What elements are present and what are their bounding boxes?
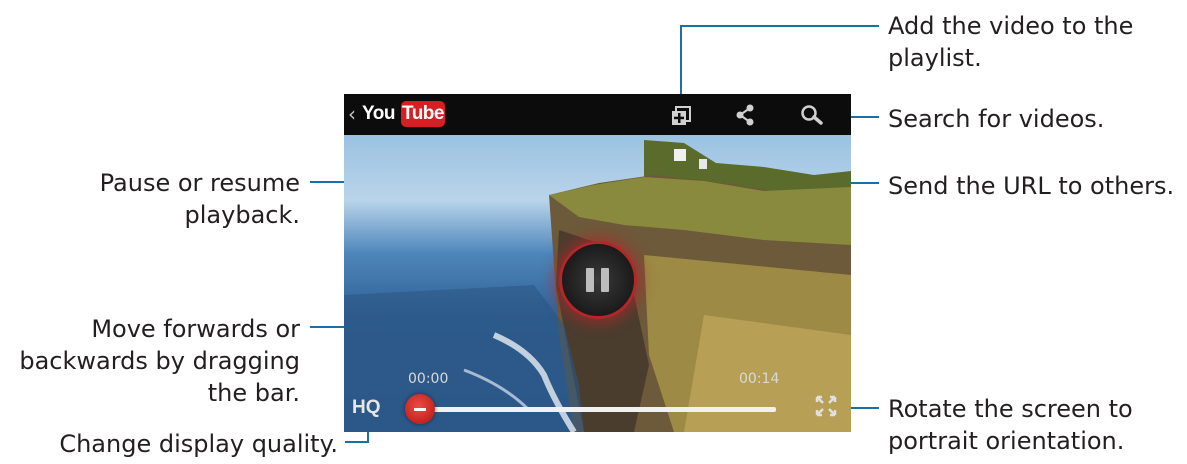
callout-playlist-line2: playlist.	[888, 44, 982, 72]
seek-bar[interactable]	[424, 407, 776, 412]
pause-button[interactable]	[559, 241, 637, 319]
seek-handle-mark	[414, 408, 426, 411]
leader-playlist-h	[680, 25, 879, 27]
callout-pause-line2: playback.	[184, 201, 300, 229]
callout-playlist-line1: Add the video to the	[888, 12, 1134, 40]
callout-playlist: Add the video to the playlist.	[888, 10, 1133, 74]
callout-pause-line1: Pause or resume	[99, 169, 300, 197]
elapsed-time: 00:00	[408, 371, 449, 387]
add-to-playlist-icon[interactable]	[671, 106, 691, 126]
callout-seek-line3: the bar.	[207, 379, 300, 407]
callout-rotate-line2: portrait orientation.	[888, 427, 1125, 455]
seek-bar-handle[interactable]	[405, 394, 435, 424]
pause-icon-bar-left	[586, 268, 594, 292]
quality-button[interactable]: HQ	[352, 397, 381, 419]
callout-pause: Pause or resume playback.	[60, 167, 300, 231]
callout-seek: Move forwards or backwards by dragging t…	[0, 313, 300, 409]
youtube-logo-you: You	[362, 103, 395, 124]
video-player-screen: ‹ You Tube 00:00 00:14 HQ	[344, 94, 851, 432]
youtube-logo-tube: Tube	[401, 101, 445, 127]
callout-share: Send the URL to others.	[888, 172, 1175, 200]
back-button[interactable]: ‹	[348, 102, 356, 126]
total-duration: 00:14	[739, 371, 780, 387]
leader-quality-h	[345, 441, 369, 443]
pause-icon-bar-right	[601, 268, 609, 292]
rotate-screen-icon[interactable]	[815, 395, 837, 417]
share-icon[interactable]	[735, 104, 755, 126]
callout-seek-line2: backwards by dragging	[19, 347, 300, 375]
callout-rotate: Rotate the screen to portrait orientatio…	[888, 393, 1133, 457]
search-icon[interactable]	[800, 104, 824, 126]
callout-rotate-line1: Rotate the screen to	[888, 395, 1133, 423]
callout-seek-line1: Move forwards or	[91, 315, 300, 343]
youtube-header-bar: ‹ You Tube	[344, 94, 851, 135]
callout-search: Search for videos.	[888, 105, 1105, 133]
callout-quality: Change display quality.	[59, 430, 338, 458]
